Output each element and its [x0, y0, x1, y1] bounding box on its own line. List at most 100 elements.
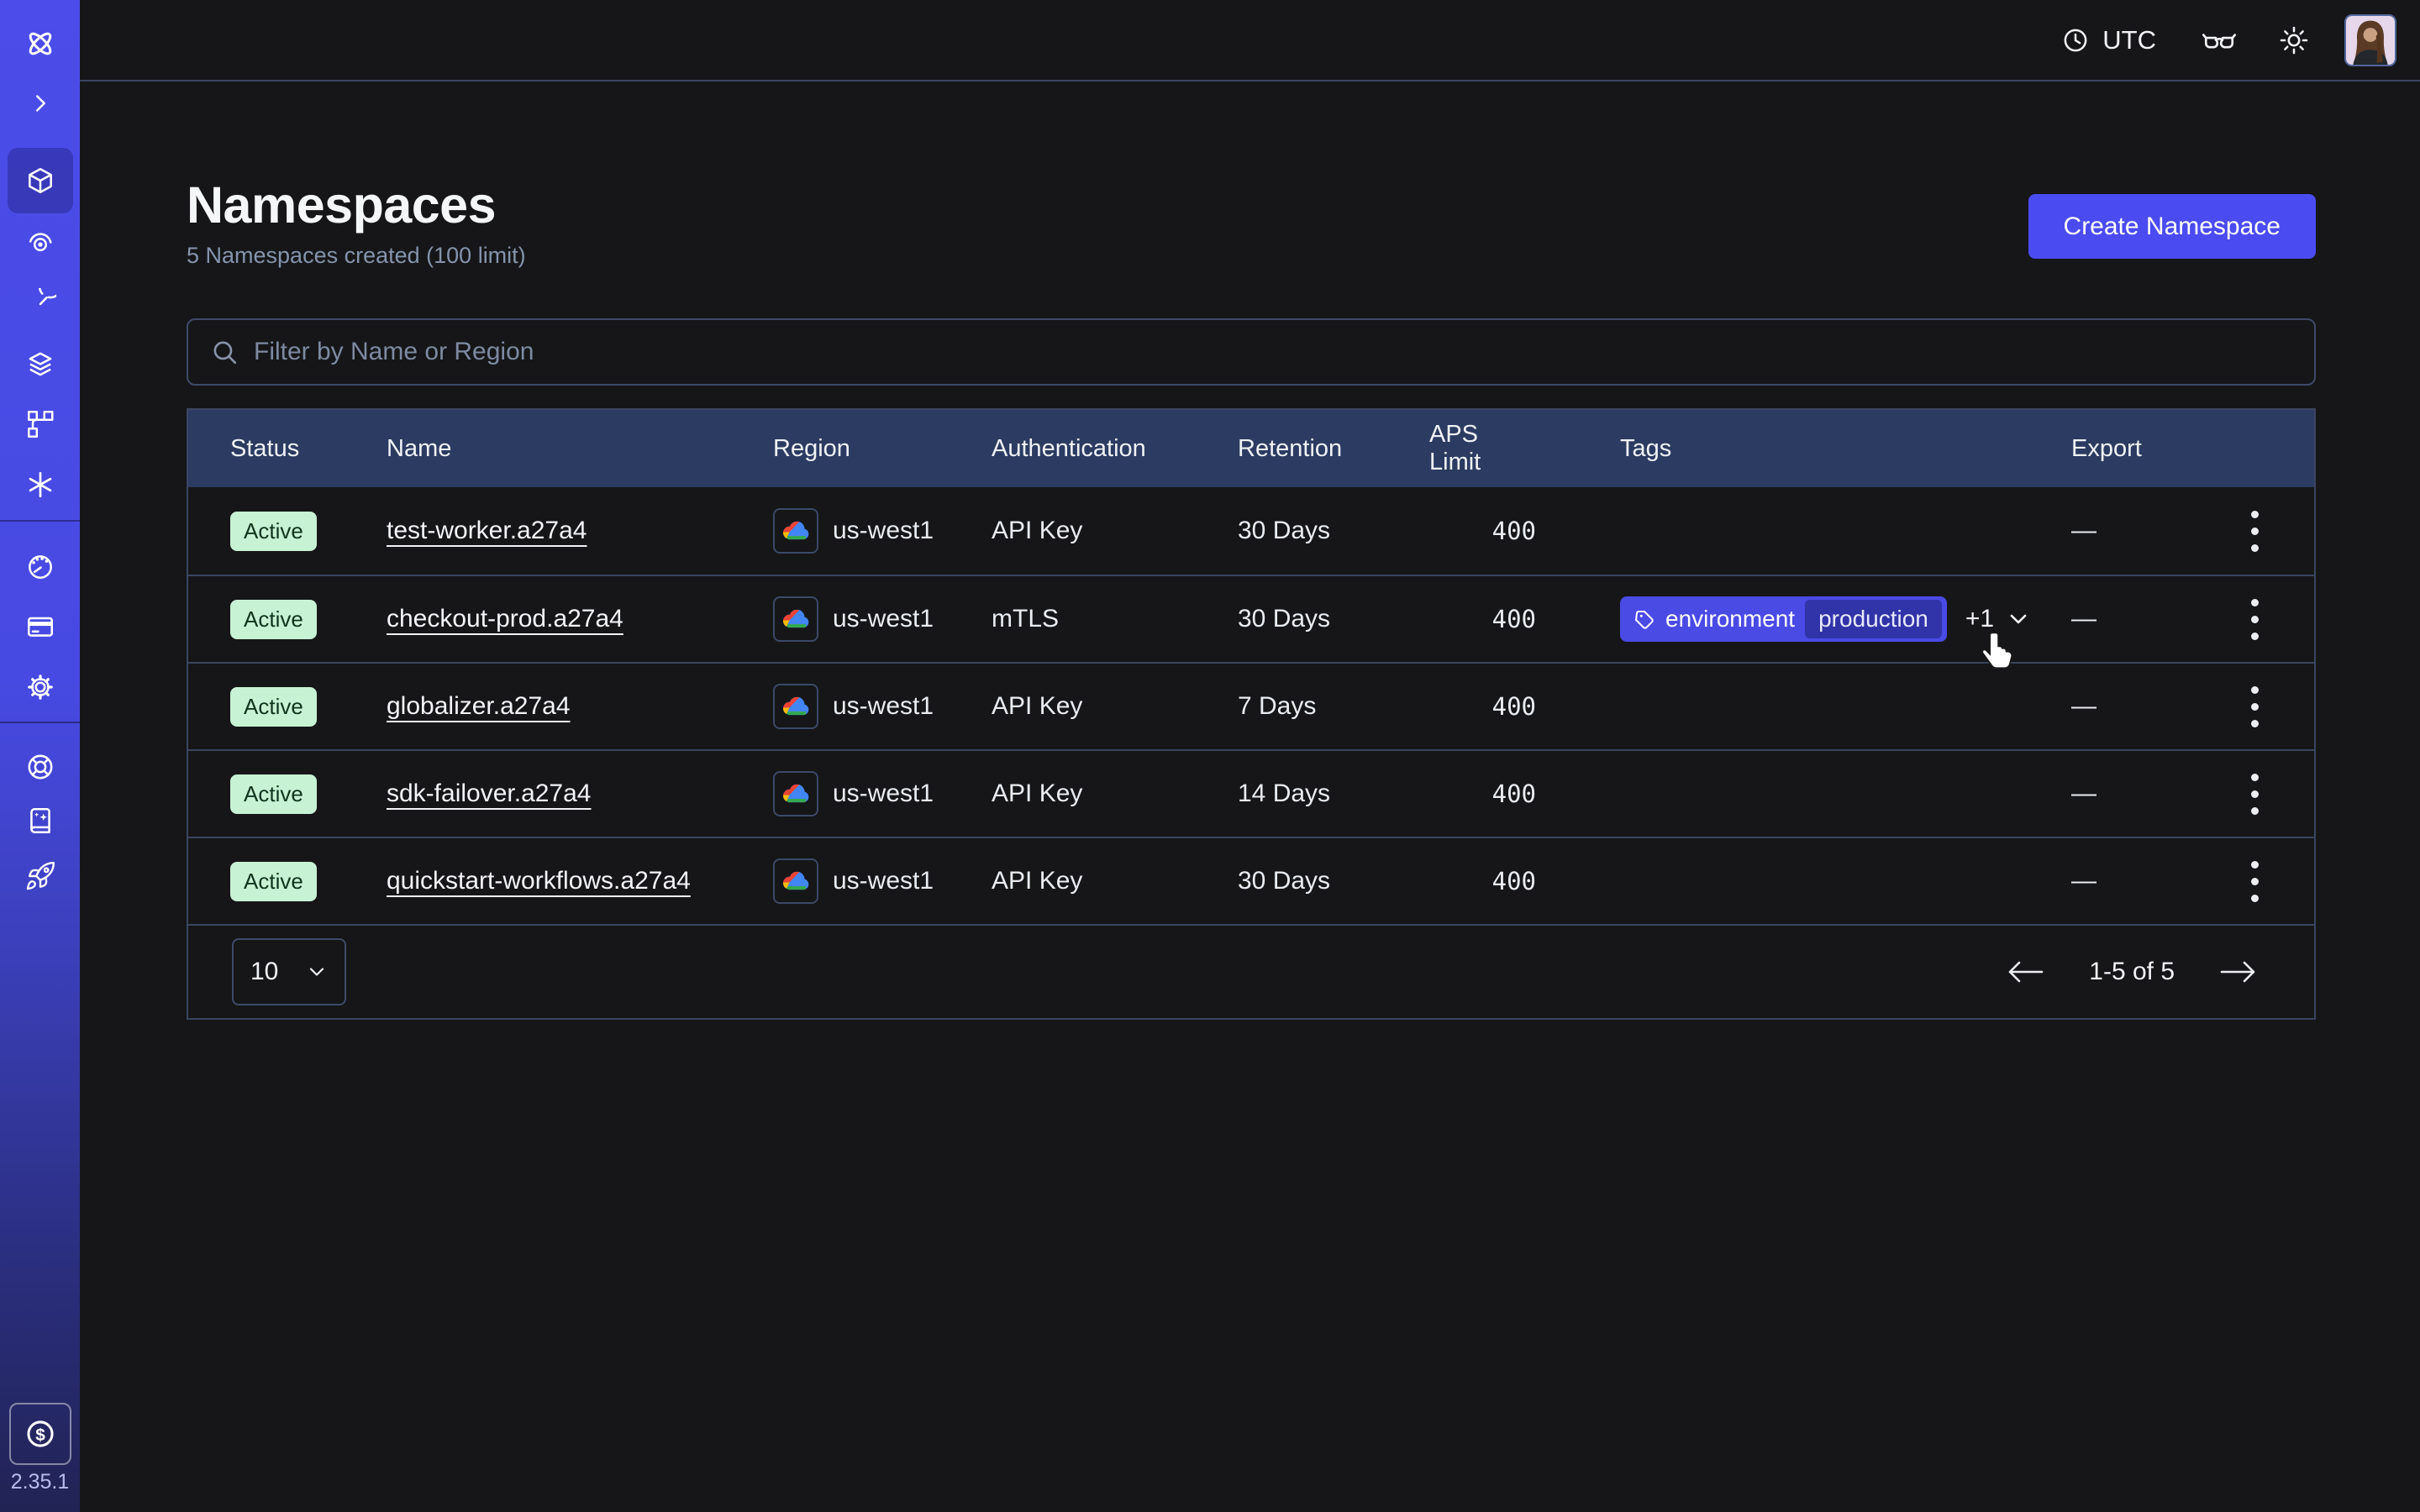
sidebar-item-billing[interactable]	[20, 606, 60, 647]
aps-value: 400	[1492, 780, 1620, 808]
timezone-selector[interactable]: UTC	[2060, 24, 2156, 56]
prev-page-button[interactable]	[2002, 954, 2049, 990]
col-status: Status	[188, 435, 387, 463]
sidebar-item-home[interactable]	[20, 24, 60, 64]
sidebar-item-getting-started[interactable]	[20, 856, 60, 896]
radar-spiral-icon	[24, 227, 56, 259]
arrow-right-icon	[2220, 959, 2257, 984]
namespace-link[interactable]: checkout-prod.a27a4	[387, 605, 623, 633]
tags-more-count: +1	[1965, 605, 1994, 633]
retention-value: 7 Days	[1238, 692, 1429, 721]
table-row: Active checkout-prod.a27a4 us-west1 mTLS…	[188, 575, 2314, 662]
chevron-down-icon	[306, 961, 328, 983]
sidebar-item-docs[interactable]	[20, 801, 60, 841]
page-subtitle: 5 Namespaces created (100 limit)	[187, 243, 526, 269]
row-menu-button[interactable]	[2244, 854, 2265, 909]
book-sparkles-icon	[24, 805, 56, 837]
namespace-link[interactable]: quickstart-workflows.a27a4	[387, 867, 691, 895]
col-retention: Retention	[1238, 435, 1429, 463]
auth-value: API Key	[992, 867, 1238, 895]
sidebar-item-monitor[interactable]	[20, 223, 60, 263]
col-aps-limit: APS Limit	[1429, 421, 1620, 476]
status-badge: Active	[230, 687, 317, 727]
table-row: Active quickstart-workflows.a27a4 us-wes…	[188, 837, 2314, 924]
tag-value: production	[1805, 600, 1942, 638]
tag-icon	[1634, 608, 1655, 630]
col-region: Region	[773, 435, 992, 463]
row-menu-button[interactable]	[2244, 592, 2265, 647]
sidebar-item-deployments[interactable]	[20, 404, 60, 444]
sidebar-item-schedules[interactable]	[20, 284, 60, 324]
filter-input[interactable]	[254, 338, 2292, 366]
user-avatar[interactable]	[2344, 14, 2396, 66]
filter-bar	[187, 318, 2316, 386]
chevron-down-icon	[2006, 606, 2031, 632]
namespace-link[interactable]: test-worker.a27a4	[387, 517, 587, 544]
table-row: Active test-worker.a27a4 us-west1 API Ke…	[188, 487, 2314, 575]
row-menu-button[interactable]	[2244, 767, 2265, 822]
gcp-region-icon	[773, 508, 818, 554]
layers-icon	[24, 349, 56, 381]
theme-toggle-button[interactable]	[2277, 24, 2311, 57]
page-size-select[interactable]: 10	[232, 938, 346, 1005]
sidebar-divider	[0, 520, 80, 522]
sidebar-expand-button[interactable]	[20, 83, 60, 123]
export-value: —	[2071, 605, 2195, 633]
region-label: us-west1	[833, 517, 934, 545]
sidebar-item-settings[interactable]	[20, 667, 60, 707]
sidebar-item-namespaces[interactable]	[8, 148, 73, 213]
row-menu-button[interactable]	[2244, 504, 2265, 559]
table-row: Active globalizer.a27a4 us-west1 API Key…	[188, 662, 2314, 749]
temporal-logo-icon	[24, 27, 57, 60]
col-export: Export	[2071, 435, 2195, 463]
sidebar-pricing-button[interactable]: $	[9, 1403, 71, 1465]
aps-value: 400	[1492, 692, 1620, 721]
aps-value: 400	[1492, 605, 1620, 633]
topbar: UTC	[80, 0, 2420, 81]
glasses-icon	[2202, 25, 2237, 55]
asterisk-icon	[24, 469, 56, 501]
page-title: Namespaces	[187, 176, 526, 234]
gcp-region-icon	[773, 684, 818, 729]
svg-text:$: $	[35, 1425, 45, 1445]
gear-icon	[24, 671, 56, 703]
sidebar-item-batch[interactable]	[20, 344, 60, 385]
status-badge: Active	[230, 600, 317, 639]
status-badge: Active	[230, 512, 317, 551]
chevron-right-icon	[26, 89, 55, 118]
rocket-icon	[24, 860, 56, 892]
gcp-region-icon	[773, 771, 818, 816]
col-name: Name	[387, 435, 773, 463]
namespace-link[interactable]: sdk-failover.a27a4	[387, 780, 592, 807]
row-menu-button[interactable]	[2244, 680, 2265, 734]
tags-cell: environment production +1	[1620, 596, 2071, 642]
tag-key: environment	[1665, 606, 1795, 633]
namespaces-table: Status Name Region Authentication Retent…	[187, 408, 2316, 1020]
region-label: us-west1	[833, 605, 934, 633]
labs-toggle-button[interactable]	[2202, 25, 2237, 55]
pagination-range: 1-5 of 5	[2089, 958, 2175, 986]
retention-value: 30 Days	[1238, 605, 1429, 633]
credit-card-icon	[24, 611, 56, 643]
export-value: —	[2071, 780, 2195, 808]
clock-icon	[2060, 24, 2091, 56]
page-size-value: 10	[250, 958, 278, 986]
next-page-button[interactable]	[2215, 954, 2262, 990]
sidebar-divider	[0, 722, 80, 723]
main-content: Namespaces 5 Namespaces created (100 lim…	[80, 0, 2420, 1020]
table-header-row: Status Name Region Authentication Retent…	[188, 410, 2314, 487]
create-namespace-button[interactable]: Create Namespace	[2028, 194, 2316, 259]
table-row: Active sdk-failover.a27a4 us-west1 API K…	[188, 749, 2314, 837]
auth-value: mTLS	[992, 605, 1238, 633]
namespace-link[interactable]: globalizer.a27a4	[387, 692, 571, 720]
app-version: 2.35.1	[0, 1470, 80, 1494]
sun-icon	[2277, 24, 2311, 57]
cube-icon	[24, 165, 56, 197]
sidebar-item-nexus[interactable]	[20, 465, 60, 505]
auth-value: API Key	[992, 517, 1238, 545]
sidebar-item-support[interactable]	[20, 747, 60, 787]
tag-chip[interactable]: environment production	[1620, 596, 1947, 642]
retention-value: 14 Days	[1238, 780, 1429, 808]
sidebar-item-usage[interactable]	[20, 546, 60, 586]
tags-expand-button[interactable]	[2006, 606, 2031, 632]
